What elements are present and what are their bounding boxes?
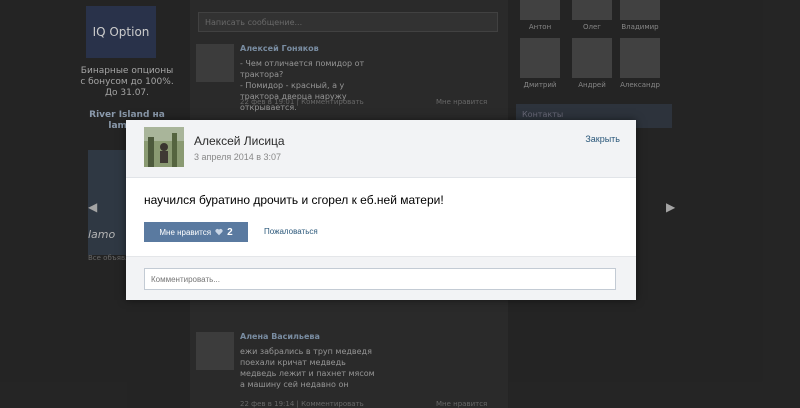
avatar[interactable] (144, 127, 184, 167)
like-button[interactable]: Мне нравится 2 (144, 222, 248, 242)
like-button-label: Мне нравится (159, 227, 212, 237)
comment-area (126, 256, 636, 300)
close-button[interactable]: Закрыть (585, 134, 620, 144)
post-modal: Алексей Лисица 3 апреля 2014 в 3:07 Закр… (126, 120, 636, 300)
modal-header: Алексей Лисица 3 апреля 2014 в 3:07 Закр… (126, 120, 636, 178)
post-date[interactable]: 3 апреля 2014 в 3:07 (194, 152, 281, 162)
comment-input[interactable] (144, 268, 616, 290)
like-count: 2 (227, 226, 233, 238)
report-link[interactable]: Пожаловаться (264, 227, 318, 236)
heart-icon (215, 228, 223, 236)
post-author[interactable]: Алексей Лисица (194, 134, 285, 148)
post-text: научился буратино дрочить и сгорел к еб.… (144, 193, 444, 207)
avatar-image (144, 127, 184, 167)
